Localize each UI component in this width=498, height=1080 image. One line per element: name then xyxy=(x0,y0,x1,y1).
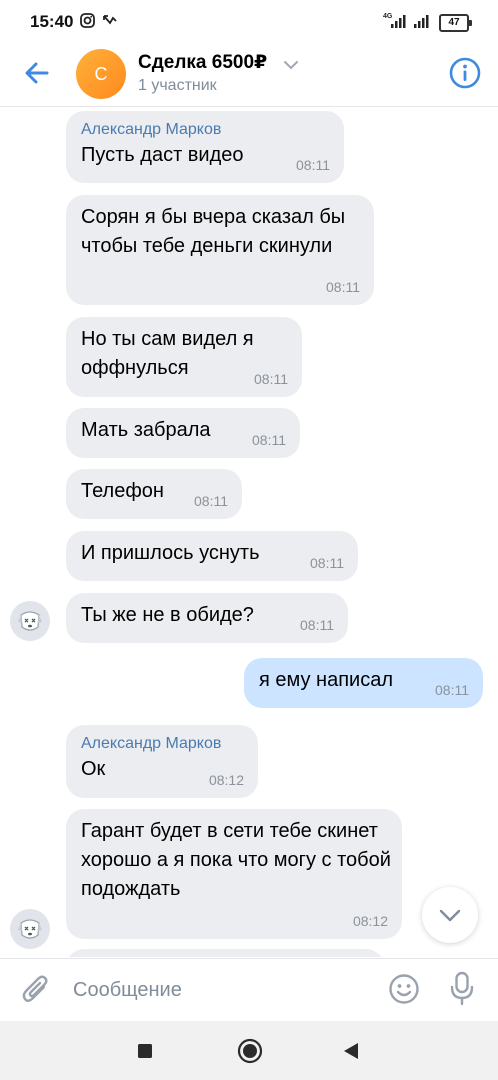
microphone-icon[interactable] xyxy=(448,971,476,1007)
message-bubble[interactable]: Но ты сам видел я оффнулься 08:11 xyxy=(66,317,302,397)
message-time: 08:11 xyxy=(194,493,228,509)
message-text: Ок xyxy=(81,758,106,780)
message-text: Телефон xyxy=(81,480,164,502)
message-time: 08:11 xyxy=(296,157,330,173)
message-time: 08:12 xyxy=(208,772,244,788)
message-text: Пусть даст видео xyxy=(81,144,244,166)
smile-icon[interactable] xyxy=(388,973,420,1005)
home-icon[interactable] xyxy=(237,1038,263,1064)
signal-icon xyxy=(414,15,429,28)
paperclip-icon[interactable] xyxy=(20,973,52,1007)
message-time: 08:11 xyxy=(300,617,334,633)
arrow-left-icon[interactable] xyxy=(20,56,54,90)
signal-icon xyxy=(391,15,406,28)
user-avatar[interactable] xyxy=(10,909,50,949)
message-bubble-partial[interactable] xyxy=(66,949,384,957)
message-composer xyxy=(0,958,498,1021)
message-bubble[interactable]: Александр Марков Пусть даст видео 08:11 xyxy=(66,111,344,183)
chevron-down-icon[interactable] xyxy=(283,60,299,70)
message-text: Мать забрала xyxy=(81,419,211,441)
chat-avatar[interactable]: С xyxy=(76,49,126,99)
back-triangle-icon[interactable] xyxy=(342,1042,360,1060)
message-bubble[interactable]: И пришлось уснуть 08:11 xyxy=(66,531,358,581)
message-bubble[interactable]: Ты же не в обиде? 08:11 xyxy=(66,593,348,643)
message-input[interactable] xyxy=(60,969,393,1011)
message-list[interactable]: Александр Марков Пусть даст видео 08:11 … xyxy=(0,107,498,957)
chat-header: С Сделка 6500₽ 1 участник xyxy=(0,44,498,107)
system-navigation-bar xyxy=(0,1021,498,1080)
message-time: 08:11 xyxy=(252,432,286,448)
message-text: И пришлось уснуть xyxy=(81,542,260,564)
message-bubble[interactable]: Александр Марков Ок 08:12 xyxy=(66,725,258,798)
message-bubble[interactable]: Мать забрала 08:11 xyxy=(66,408,300,458)
message-time: 08:11 xyxy=(435,682,469,698)
message-text: я ему написал xyxy=(259,669,394,691)
message-bubble[interactable]: Гарант будет в сети тебе скинет хорошо а… xyxy=(66,809,402,939)
message-time: 08:11 xyxy=(254,371,288,387)
chevron-down-icon xyxy=(439,909,461,922)
info-icon[interactable] xyxy=(448,56,482,90)
message-bubble[interactable]: Сорян я бы вчера сказал бы чтобы тебе де… xyxy=(66,195,374,305)
recent-apps-icon[interactable] xyxy=(137,1043,153,1059)
scroll-down-button[interactable] xyxy=(422,887,478,943)
message-time: 08:11 xyxy=(310,555,344,571)
message-time: 08:11 xyxy=(326,279,360,295)
user-avatar[interactable] xyxy=(10,601,50,641)
instagram-icon xyxy=(80,13,95,28)
message-sender[interactable]: Александр Марков xyxy=(81,733,244,755)
message-text: Гарант будет в сети тебе скинет хорошо а… xyxy=(81,820,391,900)
missed-call-icon xyxy=(103,15,117,25)
message-bubble[interactable]: Телефон 08:11 xyxy=(66,469,242,519)
status-bar: 15:40 4G 47 xyxy=(0,0,498,44)
outgoing-message-bubble[interactable]: я ему написал 08:11 xyxy=(244,658,483,708)
message-time: 08:12 xyxy=(352,913,388,929)
message-sender[interactable]: Александр Марков xyxy=(81,119,330,141)
chat-title[interactable]: Сделка 6500₽ xyxy=(138,51,267,74)
battery-icon: 47 xyxy=(439,14,472,32)
status-time: 15:40 xyxy=(30,12,74,31)
message-text: Сорян я бы вчера сказал бы чтобы тебе де… xyxy=(81,206,346,257)
chat-subtitle: 1 участник xyxy=(138,77,217,94)
message-text: Ты же не в обиде? xyxy=(81,604,254,626)
